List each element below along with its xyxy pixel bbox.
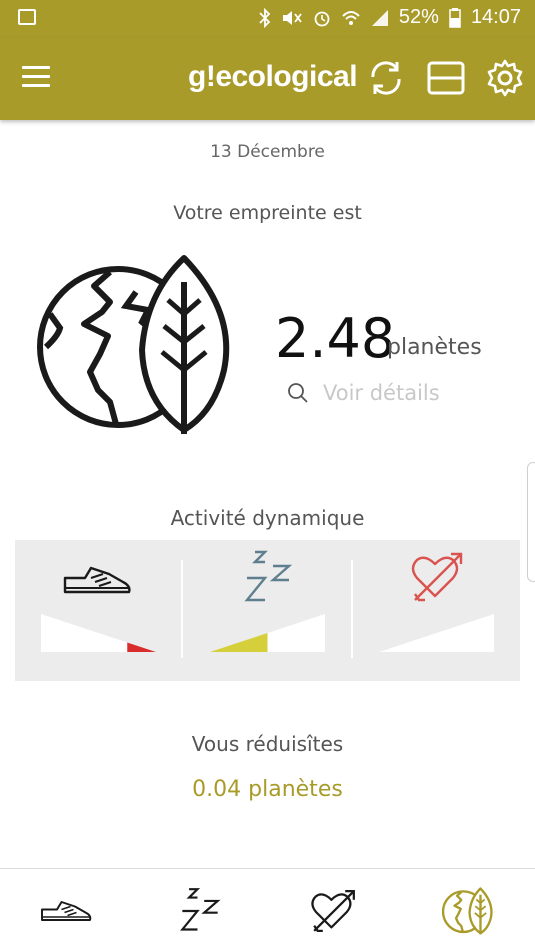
sneaker-meter [41, 614, 156, 652]
alarm-icon [314, 11, 330, 26]
battery-icon [449, 7, 461, 28]
sneaker-meter-fill [127, 642, 156, 652]
view-details-link[interactable]: Voir détails [287, 381, 440, 405]
current-date: 13 Décembre [210, 142, 325, 162]
gallery-notification-icon [18, 9, 36, 25]
activity-title: Activité dynamique [170, 506, 365, 530]
wifi-icon [342, 10, 360, 25]
bluetooth-icon [259, 7, 271, 28]
reduction-value: 0.04 planètes [192, 777, 343, 802]
view-details-label: Voir détails [323, 381, 440, 405]
menu-icon[interactable] [22, 66, 50, 88]
bottom-nav [0, 868, 535, 952]
nav-footprint[interactable] [438, 883, 498, 939]
mute-icon [282, 10, 302, 25]
sync-icon[interactable] [366, 58, 406, 98]
earth-leaf-icon [442, 887, 493, 935]
activity-divider [181, 560, 183, 658]
status-indicators: 52% 14:07 [259, 6, 521, 29]
signal-icon [371, 9, 388, 26]
app-brand: g!ecological [188, 60, 358, 93]
footprint-unit: planètes [387, 335, 482, 360]
sleep-icon[interactable] [243, 550, 293, 606]
search-icon [288, 383, 308, 403]
activity-divider [351, 560, 353, 658]
card-icon[interactable] [426, 58, 466, 98]
status-bar: 52% 14:07 [0, 0, 535, 38]
activity-panel [15, 540, 520, 681]
sleep-meter [210, 614, 325, 652]
nav-activity[interactable] [36, 883, 96, 939]
battery-percent: 52% [398, 6, 439, 28]
footprint-value: 2.48 [275, 307, 396, 370]
sneaker-icon[interactable] [61, 560, 133, 600]
reduction-label: Vous réduisîtes [191, 732, 344, 756]
settings-icon[interactable] [485, 58, 525, 98]
nav-sleep[interactable] [170, 883, 230, 939]
heart-arrow-icon [311, 890, 355, 932]
sneaker-icon [41, 901, 92, 921]
heart-arrow-icon[interactable] [409, 550, 467, 604]
sleep-meter-fill [210, 633, 268, 652]
footprint-label: Votre empreinte est [173, 202, 362, 224]
clock: 14:07 [470, 6, 521, 28]
earth-leaf-icon [37, 255, 230, 434]
nav-health[interactable] [304, 883, 364, 939]
app-bar: g!ecological [0, 38, 535, 120]
sleep-icon [180, 888, 221, 931]
heart-meter [379, 614, 494, 652]
